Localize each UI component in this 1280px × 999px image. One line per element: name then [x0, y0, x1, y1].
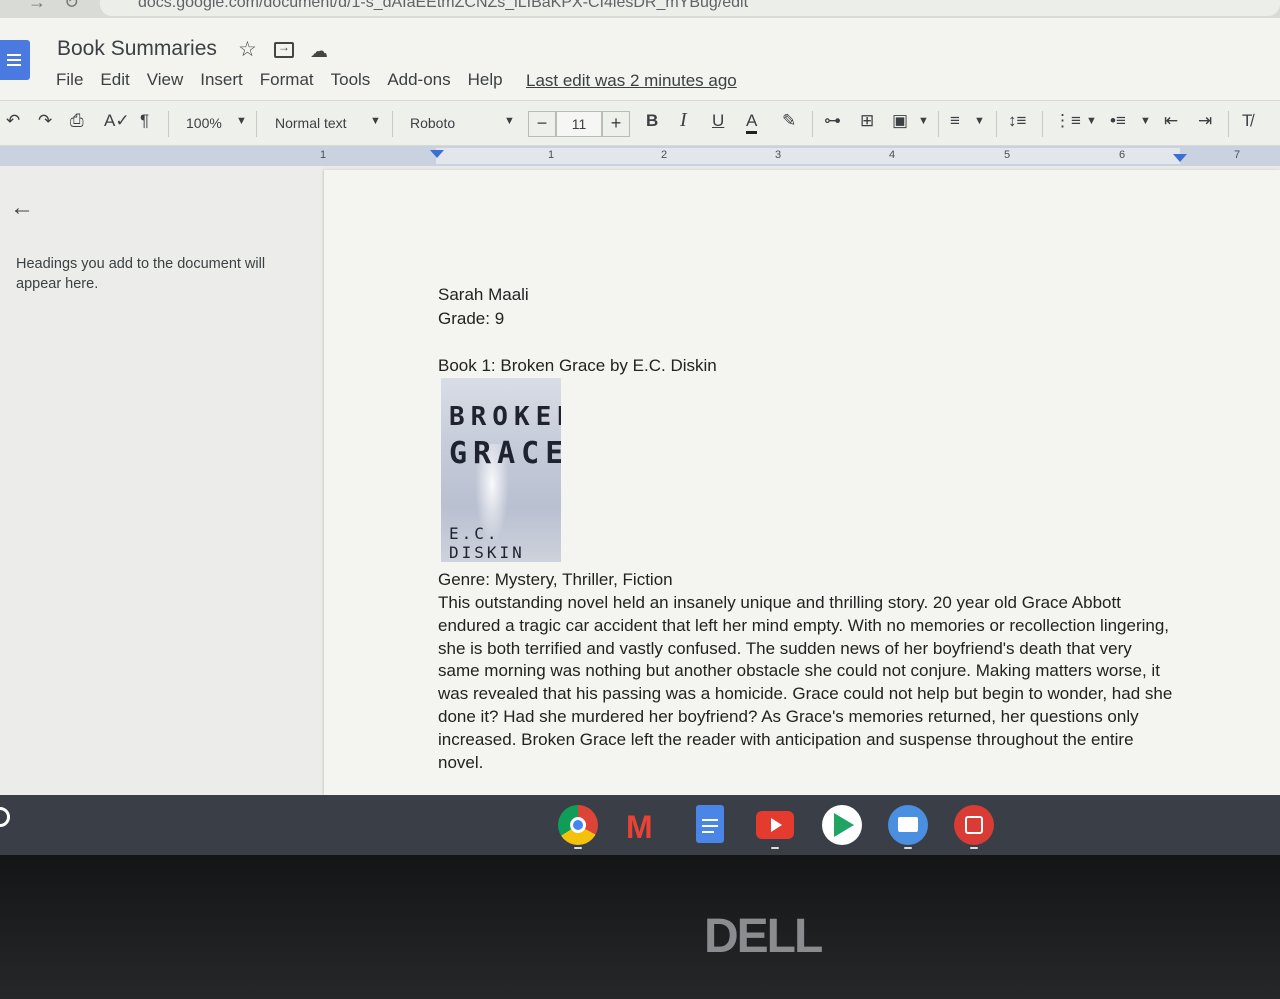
bulleted-list-caret-icon[interactable]: ▼	[1140, 115, 1151, 127]
cover-title-line2: GRACE	[449, 436, 561, 471]
ruler[interactable]: 1 1 2 3 4 5 6 7	[0, 146, 1280, 166]
paragraph-style-select[interactable]: Normal text	[275, 115, 347, 131]
cover-author: E.C. DISKIN	[449, 524, 525, 562]
ruler-number: 5	[1004, 149, 1011, 161]
author-line: Sarah Maali	[438, 285, 529, 304]
menu-file[interactable]: File	[56, 70, 83, 94]
decrease-indent-icon[interactable]: ⇤	[1164, 111, 1178, 131]
play-store-icon[interactable]	[822, 805, 862, 845]
zoom-caret-icon[interactable]: ▼	[236, 115, 247, 127]
comment-icon[interactable]: ⊞	[860, 111, 874, 131]
docs-icon[interactable]	[696, 805, 724, 843]
last-edit-link[interactable]: Last edit was 2 minutes ago	[526, 71, 737, 91]
launcher-icon[interactable]	[0, 807, 10, 827]
image-caret-icon[interactable]: ▼	[918, 115, 929, 127]
menu-help[interactable]: Help	[468, 70, 503, 94]
print-icon[interactable]: ⎙	[70, 111, 84, 131]
move-to-folder-icon[interactable]	[274, 40, 294, 58]
browser-back-icon[interactable]: →	[28, 0, 46, 13]
menu-edit[interactable]: Edit	[100, 70, 129, 94]
menu-tools[interactable]: Tools	[331, 70, 371, 94]
chromeos-shelf: M	[0, 795, 1280, 855]
address-bar-url[interactable]: docs.google.com/document/d/1-s_dAIaEEtmZ…	[138, 0, 748, 12]
chrome-icon[interactable]	[558, 805, 598, 845]
ruler-number: 2	[661, 149, 668, 161]
ruler-number: 3	[775, 149, 782, 161]
grade-line: Grade: 9	[438, 309, 505, 328]
browser-reload-icon[interactable]: ↻	[64, 0, 79, 13]
font-caret-icon[interactable]: ▼	[504, 115, 515, 127]
document-page[interactable]: Sarah Maali Grade: 9 Book 1: Broken Grac…	[324, 170, 1280, 795]
link-icon[interactable]: ⊶	[824, 111, 841, 131]
book-heading: Book 1: Broken Grace by E.C. Diskin	[438, 356, 717, 375]
menu-bar: File Edit View Insert Format Tools Add-o…	[56, 70, 520, 94]
font-select[interactable]: Roboto	[410, 115, 455, 131]
ruler-number: 7	[1234, 149, 1241, 161]
right-indent-marker[interactable]	[1173, 154, 1187, 162]
menu-format[interactable]: Format	[260, 70, 314, 94]
cloud-status-icon[interactable]: ☁	[310, 41, 328, 62]
menu-add-ons[interactable]: Add-ons	[387, 70, 450, 94]
paint-format-icon[interactable]: ¶	[140, 111, 149, 131]
document-outline-panel: ← Headings you add to the document will …	[0, 166, 322, 795]
document-title[interactable]: Book Summaries	[57, 37, 217, 61]
style-caret-icon[interactable]: ▼	[370, 115, 381, 127]
zoom-select[interactable]: 100%	[186, 115, 222, 131]
genre-line: Genre: Mystery, Thriller, Fiction	[438, 570, 673, 589]
docs-logo-icon[interactable]	[0, 40, 30, 80]
highlight-icon[interactable]: ✎	[782, 111, 796, 131]
menu-insert[interactable]: Insert	[200, 70, 243, 94]
bold-button[interactable]: B	[646, 111, 658, 131]
files-icon[interactable]	[888, 805, 928, 845]
font-size-input[interactable]: 11	[556, 111, 602, 137]
bulleted-list-icon[interactable]: •≡	[1110, 111, 1126, 131]
align-caret-icon[interactable]: ▼	[974, 115, 985, 127]
increase-indent-icon[interactable]: ⇥	[1198, 111, 1212, 131]
italic-button[interactable]: I	[680, 109, 687, 132]
docs-header: Book Summaries ☆ ☁ File Edit View Insert…	[0, 18, 1280, 100]
undo-icon[interactable]: ↶	[6, 111, 20, 131]
insert-image-icon[interactable]: ▣	[892, 111, 908, 131]
clear-formatting-icon[interactable]: T̸	[1242, 111, 1252, 131]
line-spacing-icon[interactable]: ↕≡	[1008, 111, 1026, 131]
numbered-list-caret-icon[interactable]: ▼	[1086, 115, 1097, 127]
close-outline-arrow-icon[interactable]: ←	[10, 194, 34, 222]
text-color-button[interactable]: A	[746, 111, 758, 134]
screen: → ↻ docs.google.com/document/d/1-s_dAIaE…	[0, 0, 1280, 795]
increase-font-size-button[interactable]: +	[602, 111, 630, 137]
menu-view[interactable]: View	[147, 70, 184, 94]
redo-icon[interactable]: ↷	[38, 111, 52, 131]
screenshot-icon[interactable]	[954, 805, 994, 845]
decrease-font-size-button[interactable]: −	[528, 111, 556, 137]
ruler-number: 1	[548, 149, 555, 161]
ruler-number: 4	[889, 149, 896, 161]
ruler-number: 1	[320, 149, 327, 161]
align-icon[interactable]: ≡	[950, 111, 960, 131]
summary-paragraph: This outstanding novel held an insanely …	[438, 593, 1173, 772]
outline-empty-message: Headings you add to the document will ap…	[16, 256, 266, 292]
underline-button[interactable]: U	[712, 111, 724, 131]
laptop-bezel: DELL	[0, 855, 1280, 999]
ruler-number: 6	[1119, 149, 1126, 161]
gmail-icon[interactable]: M	[624, 805, 664, 845]
spellcheck-icon[interactable]: A✓	[104, 111, 130, 131]
book-cover-image[interactable]: BROKEN GRACE E.C. DISKIN	[441, 378, 561, 562]
numbered-list-icon[interactable]: ⋮≡	[1054, 111, 1081, 131]
left-indent-marker[interactable]	[430, 150, 444, 158]
toolbar: ↶ ↷ ⎙ A✓ ¶ 100% ▼ Normal text ▼ Roboto ▼…	[0, 100, 1280, 146]
dell-logo: DELL	[704, 910, 823, 963]
youtube-icon[interactable]	[756, 811, 794, 839]
cover-title-line1: BROKEN	[449, 402, 561, 432]
browser-url-strip: → ↻ docs.google.com/document/d/1-s_dAIaE…	[0, 0, 1280, 18]
star-icon[interactable]: ☆	[238, 37, 257, 62]
